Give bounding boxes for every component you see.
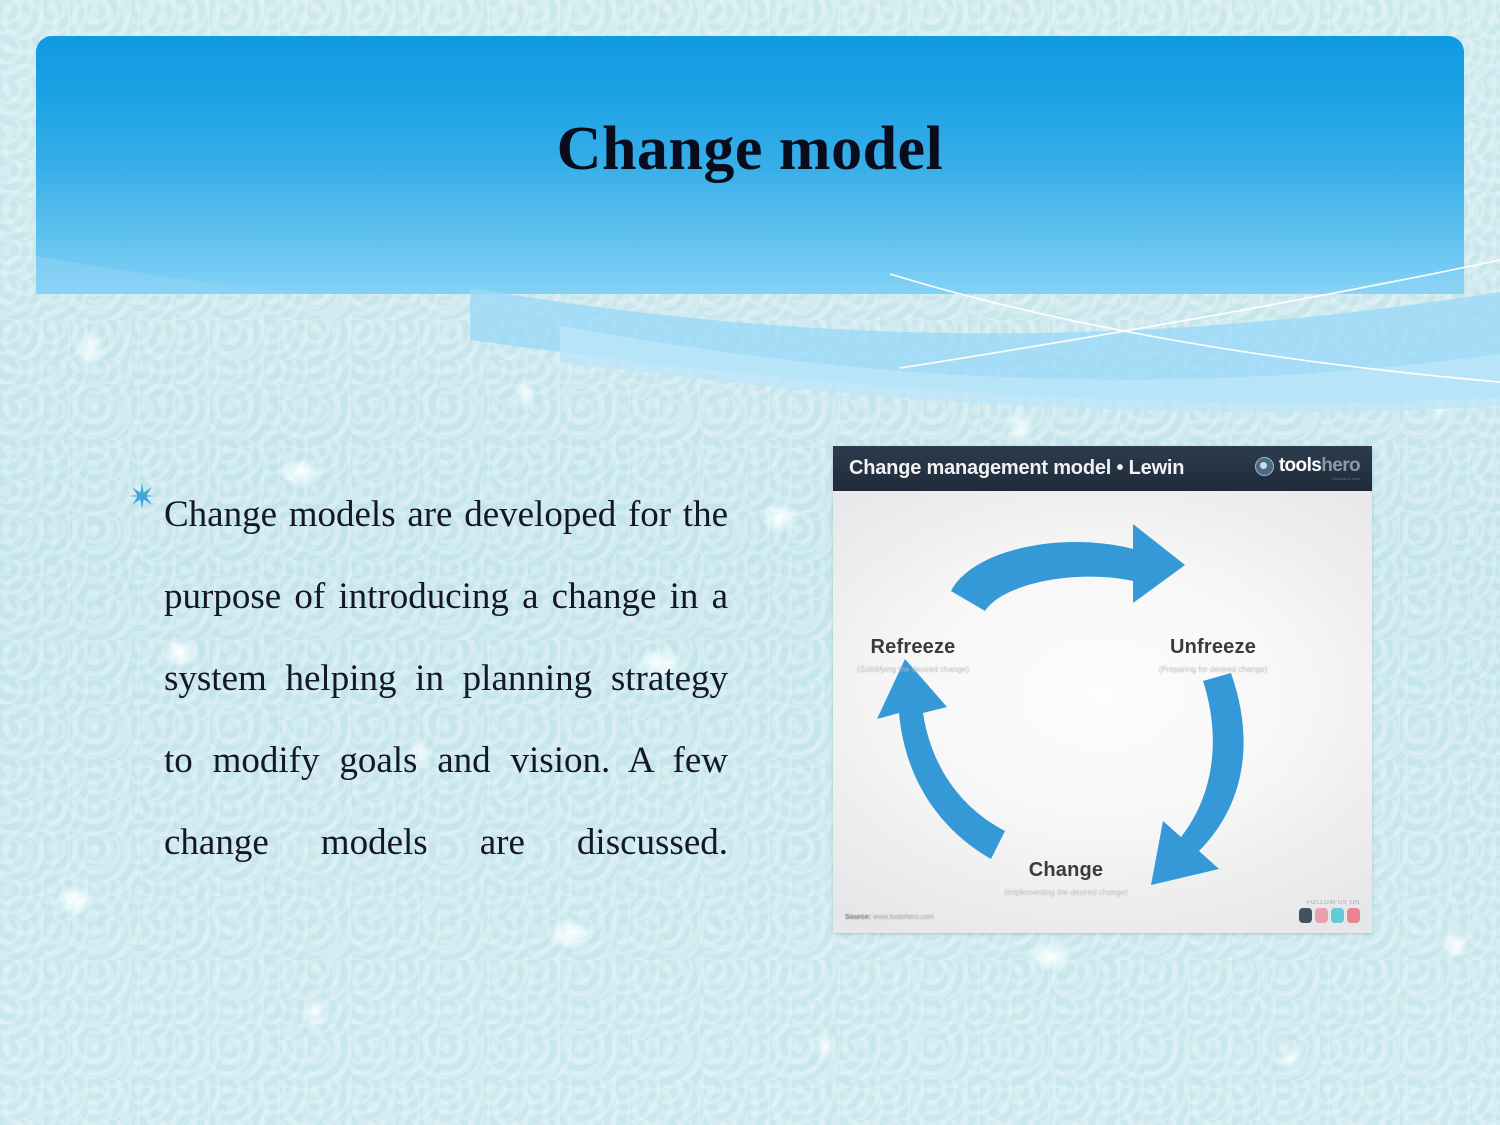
- body-paragraph: Change models are developed for the purp…: [164, 494, 728, 863]
- arrow-refreeze-to-unfreeze: [951, 524, 1185, 611]
- logo-secondary-text: hero: [1321, 455, 1360, 476]
- instagram-icon[interactable]: [1315, 908, 1328, 923]
- social-links: FOLLOW US ON: [1299, 900, 1360, 923]
- arrow-change-to-refreeze: [877, 659, 1005, 859]
- stage-label-refreeze: Refreeze (Solidifying the desired change…: [856, 636, 970, 674]
- toolshero-circle-icon: [1254, 456, 1274, 476]
- page-title: Change model: [556, 115, 944, 183]
- title-banner: Change model: [36, 36, 1464, 294]
- image-header-bar: Change management model • Lewin toolsher…: [833, 446, 1372, 491]
- image-body: Refreeze (Solidifying the desired change…: [833, 491, 1372, 933]
- bullet-item: Change models are developed for the purp…: [128, 474, 728, 966]
- slide-canvas: Change model Change models are developed…: [0, 0, 1500, 1125]
- stage-label-unfreeze: Unfreeze (Preparing for desired change): [1158, 636, 1268, 674]
- stage-label-change: Change (Implementing the desired change): [1004, 859, 1128, 897]
- six-point-star-bullet-icon: [128, 482, 156, 510]
- lewin-change-model-image: Change management model • Lewin toolsher…: [833, 446, 1372, 933]
- image-source-credit: Source: www.toolshero.com: [845, 914, 934, 921]
- facebook-icon[interactable]: [1299, 908, 1312, 923]
- toolshero-logo: toolshero: [1254, 455, 1361, 477]
- image-header-title: Change management model • Lewin: [849, 457, 1185, 479]
- content-text-block: Change models are developed for the purp…: [128, 474, 728, 966]
- arrow-unfreeze-to-change: [1151, 673, 1244, 885]
- twitter-icon[interactable]: [1331, 908, 1344, 923]
- logo-tagline: toolshero.com: [1332, 476, 1360, 481]
- pinterest-icon[interactable]: [1347, 908, 1360, 923]
- logo-primary-text: tools: [1278, 455, 1322, 476]
